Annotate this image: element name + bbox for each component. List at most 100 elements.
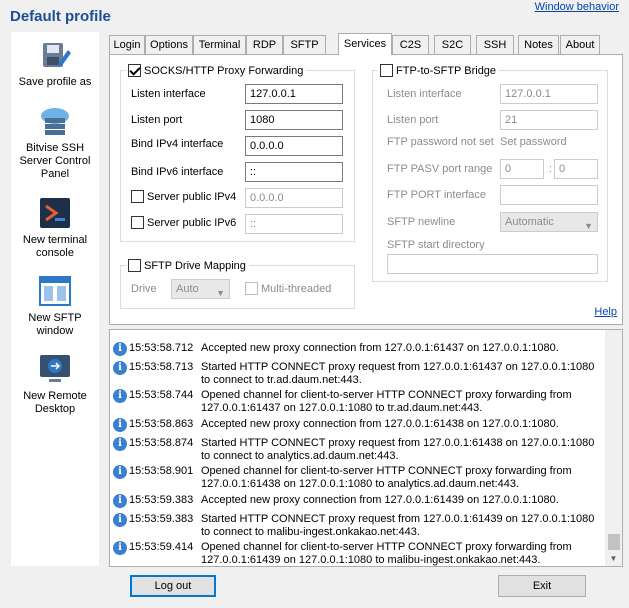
socks-proxy-checkbox[interactable] xyxy=(128,64,141,77)
socks-proxy-group: SOCKS/HTTP Proxy Forwarding Listen inter… xyxy=(120,63,355,242)
server-public-ipv4-input[interactable]: 0.0.0.0 xyxy=(245,188,343,208)
server-control-panel-button[interactable]: Bitvise SSH Server Control Panel xyxy=(11,104,99,181)
log-scrollbar[interactable]: ▼ xyxy=(605,330,622,566)
ftp-listen-port-label: Listen port xyxy=(387,114,439,126)
sftp-drive-mapping-toggle[interactable]: SFTP Drive Mapping xyxy=(126,258,249,273)
sidebar-item-label: New terminal console xyxy=(22,234,88,259)
tab-options[interactable]: Options xyxy=(145,35,193,54)
log-timestamp: 15:53:58.901 xyxy=(129,465,194,477)
set-password-link[interactable]: Set password xyxy=(500,136,567,148)
chevron-down-icon: ▼ xyxy=(216,288,225,298)
sftp-newline-value: Automatic xyxy=(505,216,554,228)
terminal-icon xyxy=(40,198,70,228)
ftp-listen-interface-input[interactable]: 127.0.0.1 xyxy=(500,84,598,104)
server-control-icon xyxy=(41,108,69,135)
multithreaded-toggle[interactable]: Multi-threaded xyxy=(245,282,331,295)
sftp-start-directory-label: SFTP start directory xyxy=(387,239,485,251)
bind-ipv4-label: Bind IPv4 interface xyxy=(131,138,224,150)
bind-ipv6-input[interactable]: :: xyxy=(245,162,343,182)
socks-proxy-toggle[interactable]: SOCKS/HTTP Proxy Forwarding xyxy=(126,63,307,78)
ftp-sftp-bridge-toggle[interactable]: FTP-to-SFTP Bridge xyxy=(378,63,500,78)
sidebar-item-label: Bitvise SSH Server Control Panel xyxy=(19,142,91,180)
ftp-pasv-label: FTP PASV port range xyxy=(387,163,493,175)
log-timestamp: 15:53:58.712 xyxy=(129,342,194,354)
server-public-ipv6-input[interactable]: :: xyxy=(245,214,343,234)
ftp-port-interface-input[interactable] xyxy=(500,185,598,205)
log-message: Opened channel for client-to-server HTTP… xyxy=(201,389,572,414)
sftp-start-directory-input[interactable] xyxy=(387,254,598,274)
window-title: Default profile xyxy=(10,8,111,25)
bind-ipv4-input[interactable]: 0.0.0.0 xyxy=(245,136,343,156)
sidebar-item-label: New SFTP window xyxy=(28,312,82,337)
log-message: Started HTTP CONNECT proxy request from … xyxy=(201,513,595,538)
ftp-sftp-bridge-checkbox[interactable] xyxy=(380,64,393,77)
sftp-newline-select[interactable]: Automatic ▼ xyxy=(500,212,598,232)
tab-notes[interactable]: Notes xyxy=(518,35,559,54)
listen-port-input[interactable]: 1080 xyxy=(245,110,343,130)
server-public-ipv4-toggle[interactable]: Server public IPv4 xyxy=(131,190,236,203)
log-timestamp: 15:53:58.713 xyxy=(129,361,194,373)
help-link[interactable]: Help xyxy=(594,306,617,318)
tab-about[interactable]: About xyxy=(560,35,600,54)
scroll-down-icon[interactable]: ▼ xyxy=(605,552,622,566)
pasv-range-separator: : xyxy=(549,163,553,175)
log-message: Accepted new proxy connection from 127.0… xyxy=(201,418,559,430)
sftp-drive-mapping-title: SFTP Drive Mapping xyxy=(144,259,246,272)
pasv-port-from-input[interactable]: 0 xyxy=(500,159,544,179)
ftp-listen-interface-label: Listen interface xyxy=(387,88,462,100)
bind-ipv6-label: Bind IPv6 interface xyxy=(131,166,224,178)
ftp-password-status: FTP password not set xyxy=(387,136,494,148)
pasv-port-to-input[interactable]: 0 xyxy=(554,159,598,179)
tab-s2c[interactable]: S2C xyxy=(434,35,471,54)
sftp-newline-label: SFTP newline xyxy=(387,216,456,228)
info-icon: i xyxy=(113,389,127,403)
remote-desktop-icon xyxy=(40,355,70,382)
log-timestamp: 15:53:58.863 xyxy=(129,418,194,430)
sidebar: Save profile as Bitvise SSH Server Contr… xyxy=(11,32,99,566)
log-panel[interactable]: i 15:53:58.712 Accepted new proxy connec… xyxy=(109,329,623,567)
listen-port-label: Listen port xyxy=(131,114,183,126)
log-timestamp: 15:53:59.383 xyxy=(129,513,194,525)
drive-label: Drive xyxy=(131,283,157,295)
listen-interface-input[interactable]: 127.0.0.1 xyxy=(245,84,343,104)
tab-services[interactable]: Services xyxy=(338,33,392,55)
window-behavior-link[interactable]: Window behavior xyxy=(535,1,619,13)
log-timestamp: 15:53:58.744 xyxy=(129,389,194,401)
log-message: Opened channel for client-to-server HTTP… xyxy=(201,541,572,566)
log-message: Started HTTP CONNECT proxy request from … xyxy=(201,437,595,462)
server-public-ipv6-toggle[interactable]: Server public IPv6 xyxy=(131,216,236,229)
log-timestamp: 15:53:58.874 xyxy=(129,437,194,449)
server-public-ipv6-label: Server public IPv6 xyxy=(147,216,237,229)
server-public-ipv4-checkbox[interactable] xyxy=(131,190,144,203)
tab-terminal[interactable]: Terminal xyxy=(193,35,246,54)
exit-button[interactable]: Exit xyxy=(498,575,586,597)
ftp-sftp-bridge-title: FTP-to-SFTP Bridge xyxy=(396,64,497,77)
info-icon: i xyxy=(113,494,127,508)
logout-button[interactable]: Log out xyxy=(130,575,216,597)
log-scrollbar-thumb[interactable] xyxy=(608,534,620,550)
new-terminal-console-button[interactable]: New terminal console xyxy=(11,196,99,260)
tab-sftp[interactable]: SFTP xyxy=(283,35,326,54)
sidebar-item-label: New Remote Desktop xyxy=(23,390,87,415)
server-public-ipv6-checkbox[interactable] xyxy=(131,216,144,229)
info-icon: i xyxy=(113,541,127,555)
save-profile-icon xyxy=(43,43,71,67)
listen-interface-label: Listen interface xyxy=(131,88,206,100)
new-sftp-window-button[interactable]: New SFTP window xyxy=(11,274,99,338)
socks-proxy-title: SOCKS/HTTP Proxy Forwarding xyxy=(144,64,304,77)
tab-login[interactable]: Login xyxy=(109,35,145,54)
save-profile-as-button[interactable]: Save profile as xyxy=(11,38,99,89)
tab-ssh[interactable]: SSH xyxy=(476,35,514,54)
drive-select[interactable]: Auto ▼ xyxy=(171,279,230,299)
sftp-drive-mapping-group: SFTP Drive Mapping Drive Auto ▼ Multi-th… xyxy=(120,258,355,309)
new-remote-desktop-button[interactable]: New Remote Desktop xyxy=(11,352,99,416)
sftp-drive-mapping-checkbox[interactable] xyxy=(128,259,141,272)
multithreaded-label: Multi-threaded xyxy=(261,282,332,295)
tab-c2s[interactable]: C2S xyxy=(392,35,429,54)
multithreaded-checkbox[interactable] xyxy=(245,282,258,295)
ftp-listen-port-input[interactable]: 21 xyxy=(500,110,598,130)
ftp-sftp-bridge-group: FTP-to-SFTP Bridge Listen interface 127.… xyxy=(372,63,608,282)
chevron-down-icon: ▼ xyxy=(584,221,593,231)
tab-rdp[interactable]: RDP xyxy=(246,35,283,54)
log-message: Accepted new proxy connection from 127.0… xyxy=(201,342,559,354)
